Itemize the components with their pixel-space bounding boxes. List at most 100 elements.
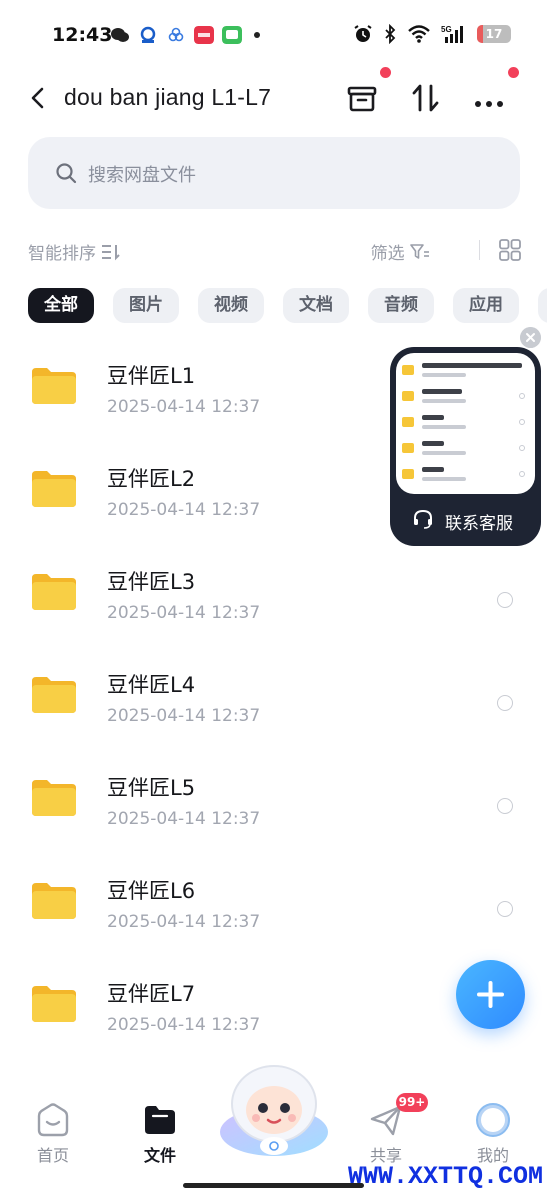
status-indicators: 5G 17	[353, 24, 511, 44]
preview-thumbnail	[396, 353, 535, 494]
preview-row	[396, 385, 535, 411]
file-row[interactable]: 豆伴匠L3 2025-04-14 12:37	[0, 554, 547, 657]
select-checkbox[interactable]	[497, 901, 513, 917]
sort-icon	[102, 245, 121, 261]
sort-label: 智能排序	[28, 244, 96, 264]
status-bar: 12:43 5G 17	[0, 0, 547, 72]
home-icon	[37, 1103, 69, 1137]
file-name: 豆伴匠L6	[107, 879, 196, 903]
nav-profile[interactable]: 我的	[453, 1072, 533, 1172]
select-checkbox[interactable]	[497, 695, 513, 711]
folder-icon	[145, 1106, 175, 1134]
preview-row	[396, 359, 535, 385]
add-button[interactable]	[456, 960, 525, 1029]
filter-button[interactable]: 筛选	[371, 239, 430, 264]
notification-icons	[110, 26, 260, 44]
preview-row	[396, 437, 535, 463]
filter-label: 筛选	[370, 244, 405, 264]
preview-row	[396, 411, 535, 437]
folder-icon	[32, 368, 76, 404]
network-type: 5G	[441, 25, 452, 34]
chip-documents[interactable]: 文档	[283, 288, 349, 323]
app-header: dou ban jiang L1-L7	[0, 67, 547, 128]
chip-audio[interactable]: 音频	[368, 288, 434, 323]
status-time: 12:43	[52, 24, 113, 46]
grid-view-icon[interactable]	[498, 238, 522, 262]
file-name: 豆伴匠L1	[107, 364, 196, 388]
home-indicator[interactable]	[183, 1183, 364, 1188]
file-name: 豆伴匠L7	[107, 982, 196, 1006]
battery-indicator: 17	[477, 25, 511, 43]
nav-share[interactable]: 共享	[346, 1072, 426, 1172]
chip-videos[interactable]: 视频	[198, 288, 264, 323]
folder-icon	[32, 986, 76, 1022]
file-row[interactable]: 豆伴匠L4 2025-04-14 12:37	[0, 657, 547, 760]
nav-files[interactable]: 文件	[120, 1072, 200, 1172]
headset-icon	[414, 509, 432, 529]
watermark-text: WWW.XXTTQ.COM	[348, 1162, 544, 1191]
battery-fill	[477, 25, 483, 43]
plus-icon	[477, 981, 504, 1008]
signal-icon: 5G	[441, 25, 463, 43]
chip-all[interactable]: 全部	[28, 288, 94, 323]
folder-icon	[32, 471, 76, 507]
bank-app-icon	[140, 26, 156, 43]
close-widget-button[interactable]	[520, 327, 541, 348]
file-date: 2025-04-14 12:37	[107, 912, 261, 932]
folder-icon	[32, 574, 76, 610]
wifi-icon	[408, 25, 430, 43]
search-placeholder: 搜索网盘文件	[88, 165, 196, 186]
wechat-icon	[111, 28, 129, 42]
folder-icon	[32, 677, 76, 713]
customer-service-label: 联系客服	[445, 514, 513, 534]
file-row[interactable]: 豆伴匠L6 2025-04-14 12:37	[0, 863, 547, 966]
file-row[interactable]: 豆伴匠L5 2025-04-14 12:37	[0, 760, 547, 863]
mascot-assistant-button[interactable]	[218, 1060, 330, 1160]
more-notification-dot	[508, 67, 519, 78]
cloud-app-icon	[168, 27, 184, 42]
file-date: 2025-04-14 12:37	[107, 809, 261, 829]
file-name: 豆伴匠L2	[107, 467, 196, 491]
chip-images[interactable]: 图片	[113, 288, 179, 323]
nav-files-label: 文件	[143, 1146, 176, 1165]
filter-icon	[410, 244, 429, 259]
archive-icon[interactable]	[344, 80, 380, 116]
file-name: 豆伴匠L3	[107, 570, 196, 594]
back-button[interactable]	[24, 84, 52, 112]
chip-more[interactable]	[538, 288, 547, 323]
sort-filter-bar: 智能排序 筛选	[28, 236, 522, 266]
profile-icon	[476, 1103, 510, 1137]
file-date: 2025-04-14 12:37	[107, 500, 261, 520]
search-input[interactable]: 搜索网盘文件	[28, 137, 520, 209]
share-badge: 99+	[396, 1093, 428, 1112]
preview-row	[396, 463, 535, 489]
alarm-icon	[354, 25, 372, 42]
file-date: 2025-04-14 12:37	[107, 1015, 261, 1035]
file-name: 豆伴匠L5	[107, 776, 196, 800]
select-checkbox[interactable]	[497, 798, 513, 814]
bluetooth-icon	[385, 24, 396, 44]
battery-level: 17	[485, 27, 503, 41]
transfer-sort-icon[interactable]	[408, 80, 444, 116]
search-icon	[56, 163, 77, 184]
customer-service-widget[interactable]: 联系客服	[390, 347, 541, 546]
file-date: 2025-04-14 12:37	[107, 603, 261, 623]
folder-icon	[32, 780, 76, 816]
more-notifications-dot	[254, 32, 260, 38]
chip-apps[interactable]: 应用	[453, 288, 519, 323]
select-checkbox[interactable]	[497, 592, 513, 608]
page-title: dou ban jiang L1-L7	[64, 84, 272, 110]
category-chips: 全部 图片 视频 文档 音频 应用	[28, 288, 547, 324]
toolbar-divider	[479, 240, 480, 260]
archive-notification-dot	[380, 67, 391, 78]
file-date: 2025-04-14 12:37	[107, 706, 261, 726]
message-app-icon	[222, 26, 242, 44]
file-date: 2025-04-14 12:37	[107, 397, 261, 417]
folder-icon	[32, 883, 76, 919]
red-app-icon	[194, 26, 214, 44]
file-name: 豆伴匠L4	[107, 673, 196, 697]
more-icon[interactable]	[471, 80, 507, 116]
nav-home[interactable]: 首页	[13, 1072, 93, 1172]
nav-home-label: 首页	[36, 1146, 69, 1165]
sort-button[interactable]: 智能排序	[28, 239, 121, 264]
